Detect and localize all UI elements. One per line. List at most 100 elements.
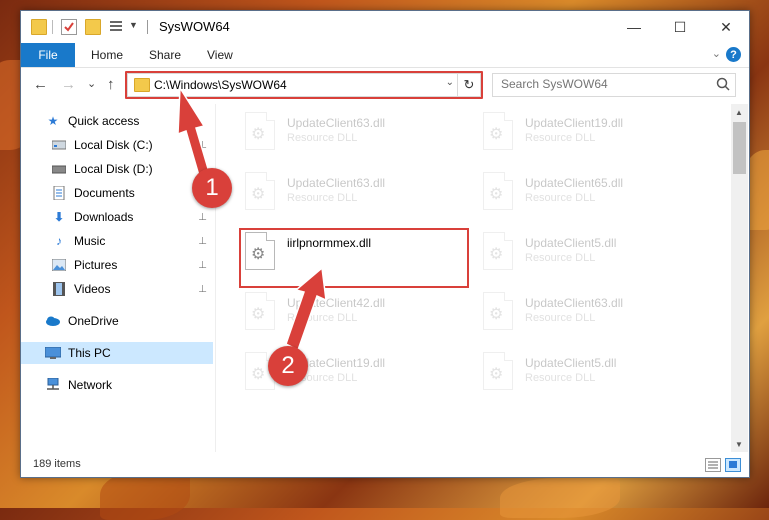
forward-button[interactable]: →: [61, 76, 76, 93]
sidebar-item-label: Pictures: [74, 258, 118, 272]
file-type: Resource DLL: [287, 192, 358, 204]
file-name: UpdateClient5.dll: [525, 356, 617, 370]
separator: [147, 20, 148, 34]
ribbon-tabs: File Home Share View ⌄ ?: [21, 43, 749, 68]
sidebar-item-label: Quick access: [68, 114, 140, 128]
file-type: Resource DLL: [525, 252, 596, 264]
vertical-scrollbar[interactable]: ▲ ▼: [731, 104, 748, 452]
sidebar-item-label: Local Disk (D:): [74, 162, 153, 176]
sidebar-item-label: Documents: [74, 186, 135, 200]
file-type: Resource DLL: [525, 192, 596, 204]
large-icons-view-icon[interactable]: [725, 458, 741, 472]
window-title: SysWOW64: [159, 19, 230, 34]
minimize-button[interactable]: —: [611, 11, 657, 43]
search-input[interactable]: [493, 74, 711, 94]
pin-icon: ⊥: [198, 139, 207, 151]
pin-icon: ⊥: [198, 283, 207, 295]
sidebar-item-label: Network: [68, 378, 113, 392]
tab-share[interactable]: Share: [149, 43, 181, 67]
network-icon: [45, 378, 61, 392]
file-type: Resource DLL: [525, 312, 596, 324]
gear-icon: ⚙: [251, 126, 266, 143]
sidebar-item-label: Videos: [74, 282, 111, 296]
tab-home[interactable]: Home: [91, 43, 123, 67]
music-icon: ♪: [56, 234, 62, 248]
sidebar-item-downloads[interactable]: ⬇ Downloads ⊥: [51, 206, 213, 228]
back-button[interactable]: ←: [33, 76, 48, 93]
recent-locations-button[interactable]: ⌄: [87, 77, 96, 90]
gear-icon: ⚙: [251, 186, 266, 203]
gear-icon: ⚙: [489, 186, 504, 203]
navigation-pane: ★ Quick access Local Disk (C:) ⊥ Local D…: [21, 104, 216, 452]
pin-icon: ⊥: [198, 211, 207, 223]
file-name: UpdateClient63.dll: [287, 176, 386, 190]
sidebar-item-onedrive[interactable]: OneDrive: [45, 310, 213, 332]
file-item[interactable]: ⚙ UpdateClient19.dll Resource DLL: [477, 108, 697, 158]
folder-icon: [31, 19, 47, 35]
pin-icon: ⊥: [198, 235, 207, 247]
close-button[interactable]: ✕: [703, 11, 749, 43]
gear-icon: ⚙: [489, 246, 504, 263]
sidebar-item-network[interactable]: Network: [45, 374, 213, 396]
file-type: Resource DLL: [287, 312, 358, 324]
pin-icon: ⊥: [198, 259, 207, 271]
sidebar-item-videos[interactable]: Videos ⊥: [51, 278, 213, 300]
search-box[interactable]: [492, 73, 736, 97]
file-item[interactable]: ⚙ UpdateClient63.dll Resource DLL: [477, 288, 697, 338]
file-item[interactable]: ⚙ UpdateClient5.dll Resource DLL: [477, 348, 697, 398]
file-highlight: [239, 228, 469, 288]
sidebar-item-this-pc[interactable]: This PC: [21, 342, 213, 364]
file-item[interactable]: ⚙ UpdateClient63.dll Resource DLL: [239, 108, 459, 158]
gear-icon: ⚙: [251, 306, 266, 323]
tab-file[interactable]: File: [21, 43, 75, 67]
explorer-window: ▼ SysWOW64 — ☐ ✕ File Home Share View ⌄ …: [20, 10, 750, 478]
properties-icon[interactable]: [61, 19, 77, 35]
file-item[interactable]: ⚙ UpdateClient65.dll Resource DLL: [477, 168, 697, 218]
scrollbar-thumb[interactable]: [733, 122, 746, 174]
file-item[interactable]: ⚙ UpdateClient42.dll Resource DLL: [239, 288, 459, 338]
scroll-up-icon[interactable]: ▲: [735, 108, 743, 117]
customize-toolbar-icon[interactable]: [109, 19, 123, 33]
computer-icon: [45, 346, 61, 360]
star-icon: ★: [47, 114, 59, 128]
download-icon: ⬇: [53, 210, 65, 224]
file-name: UpdateClient19.dll: [525, 116, 624, 130]
sidebar-item-local-disk-d[interactable]: Local Disk (D:): [51, 158, 213, 180]
expand-ribbon-icon[interactable]: ⌄: [712, 47, 721, 60]
sidebar-item-documents[interactable]: Documents ⊥: [51, 182, 213, 204]
drive-icon: [51, 162, 67, 176]
navigation-bar: ← → ⌄ ↑ C:\Windows\SysWOW64 ⌄ ↻: [21, 68, 749, 102]
address-highlight: [125, 71, 483, 99]
new-folder-icon[interactable]: [85, 19, 101, 35]
background-leaf: [500, 478, 620, 518]
chevron-down-icon[interactable]: ▼: [129, 20, 138, 30]
help-icon[interactable]: ?: [726, 47, 741, 62]
tab-view[interactable]: View: [207, 43, 233, 67]
sidebar-item-local-disk-c[interactable]: Local Disk (C:) ⊥: [51, 134, 213, 156]
sidebar-item-quick-access[interactable]: ★ Quick access: [45, 110, 213, 132]
file-name: UpdateClient63.dll: [287, 116, 386, 130]
file-type: Resource DLL: [525, 132, 596, 144]
sidebar-item-pictures[interactable]: Pictures ⊥: [51, 254, 213, 276]
video-icon: [51, 282, 67, 296]
sidebar-item-music[interactable]: ♪ Music ⊥: [51, 230, 213, 252]
maximize-button[interactable]: ☐: [657, 11, 703, 43]
gear-icon: ⚙: [489, 126, 504, 143]
file-type: Resource DLL: [287, 132, 358, 144]
separator: [52, 20, 53, 34]
scroll-down-icon[interactable]: ▼: [735, 440, 743, 449]
file-name: UpdateClient65.dll: [525, 176, 624, 190]
file-item[interactable]: ⚙ UpdateClient63.dll Resource DLL: [239, 168, 459, 218]
pictures-icon: [51, 258, 67, 272]
gear-icon: ⚙: [489, 306, 504, 323]
file-type: Resource DLL: [525, 372, 596, 384]
sidebar-item-label: Music: [74, 234, 106, 248]
title-bar: ▼ SysWOW64 — ☐ ✕: [21, 11, 749, 43]
file-item[interactable]: ⚙ UpdateClient5.dll Resource DLL: [477, 228, 697, 278]
search-icon: [716, 77, 730, 91]
details-view-icon[interactable]: [705, 458, 721, 472]
step-1-badge: 1: [192, 168, 232, 208]
sidebar-item-label: Downloads: [74, 210, 134, 224]
up-button[interactable]: ↑: [107, 76, 115, 93]
sidebar-item-label: OneDrive: [68, 314, 119, 328]
